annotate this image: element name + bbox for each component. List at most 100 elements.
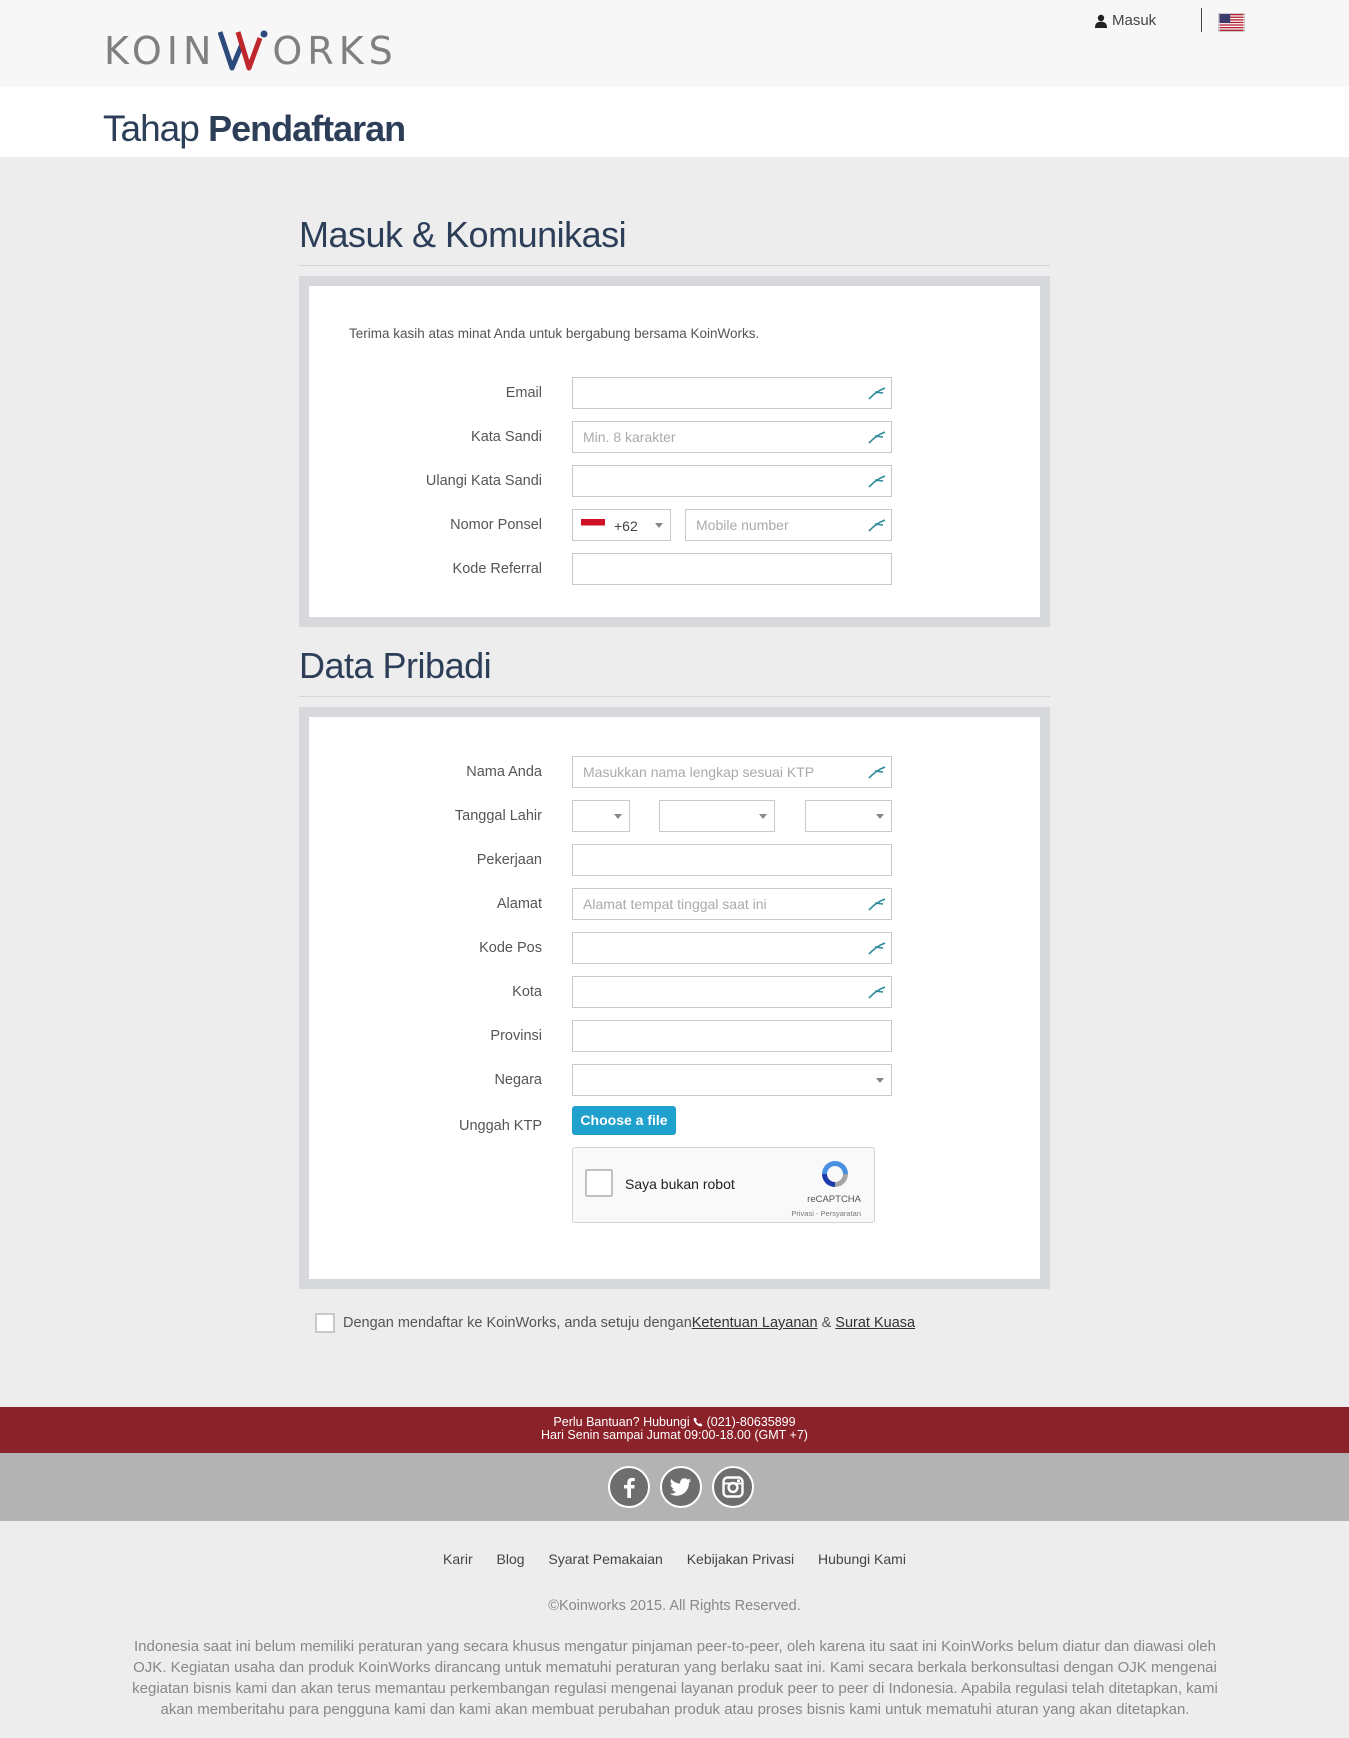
phone-icon [693,1417,703,1427]
login-communication-panel: Terima kasih atas minat Anda untuk berga… [299,276,1050,627]
indonesia-flag-icon [581,519,605,532]
password-row: Kata Sandi [309,421,1040,453]
page-title: Tahap Pendaftaran [103,108,406,149]
help-line-2: Hari Senin sampai Jumat 09:00-18.00 (GMT… [541,1428,808,1442]
footer-link-careers[interactable]: Karir [443,1551,473,1567]
recaptcha-logo-icon [822,1161,848,1187]
phone-row: Nomor Ponsel +62 [309,509,1040,541]
facebook-icon[interactable] [608,1466,650,1508]
chevron-down-icon [876,1078,884,1083]
job-row: Pekerjaan [309,844,1040,876]
referral-code-input[interactable] [572,553,892,585]
email-label: Email [505,385,542,401]
site-header: KOIN ORKS Masuk [0,0,1349,87]
phone-label: Nomor Ponsel [450,517,542,533]
postal-label: Kode Pos [479,940,542,956]
repeat-password-label: Ulangi Kata Sandi [425,473,542,489]
section-login-title: Masuk & Komunikasi [299,214,627,255]
country-label: Negara [494,1072,542,1088]
city-label: Kota [512,984,542,1000]
dob-row: Tanggal Lahir [309,800,1040,832]
recaptcha-brand: reCAPTCHA [807,1194,861,1205]
autofill-pen-icon [868,766,886,779]
recaptcha-label: Saya bukan robot [625,1176,735,1192]
ojk-disclaimer: Indonesia saat ini belum memiliki peratu… [132,1638,1218,1718]
country-code-select[interactable]: +62 [572,509,671,541]
power-of-attorney-link[interactable]: Surat Kuasa [835,1315,915,1331]
chevron-down-icon [759,814,767,819]
postal-code-input[interactable] [572,932,892,964]
city-row: Kota [309,976,1040,1008]
city-input[interactable] [572,976,892,1008]
recaptcha-links[interactable]: Privasi - Persyaratan [791,1209,861,1218]
chevron-down-icon [655,523,663,528]
dob-label: Tanggal Lahir [454,808,542,824]
password-label: Kata Sandi [471,429,542,445]
footer-link-terms[interactable]: Syarat Pemakaian [548,1551,662,1567]
instagram-icon[interactable] [712,1466,754,1508]
province-label: Provinsi [490,1028,542,1044]
logo-text-right: ORKS [272,29,398,73]
help-band: Perlu Bantuan? Hubungi (021)-80635899 Ha… [0,1407,1349,1453]
autofill-pen-icon [868,898,886,911]
footer-link-contact[interactable]: Hubungi Kami [818,1551,906,1567]
terms-agreement: Dengan mendaftar ke KoinWorks, anda setu… [315,1313,915,1333]
user-icon [1095,14,1107,28]
autofill-pen-icon [868,475,886,488]
chevron-down-icon [614,814,622,819]
province-input[interactable] [572,1020,892,1052]
terms-of-service-link[interactable]: Ketentuan Layanan [692,1315,818,1331]
address-label: Alamat [496,896,542,912]
twitter-icon[interactable] [660,1466,702,1508]
full-name-input[interactable] [572,756,892,788]
recaptcha-checkbox[interactable] [585,1169,613,1197]
recaptcha-widget: Saya bukan robot reCAPTCHA Privasi - Per… [572,1147,875,1223]
occupation-input[interactable] [572,844,892,876]
help-phone[interactable]: (021)-80635899 [707,1415,796,1429]
koinworks-logo[interactable]: KOIN ORKS [104,29,398,73]
dob-day-select[interactable] [572,800,630,832]
upload-label: Unggah KTP [458,1118,542,1134]
logo-text-left: KOIN [104,29,217,73]
email-row: Email [309,377,1040,409]
password-input[interactable] [572,421,892,453]
terms-checkbox[interactable] [315,1313,335,1333]
header-divider [1201,8,1202,32]
choose-file-button[interactable]: Choose a file [572,1106,676,1135]
login-link[interactable]: Masuk [1094,12,1156,29]
dob-year-select[interactable] [805,800,892,832]
country-row: Negara [309,1064,1040,1096]
footer-links: Karir Blog Syarat Pemakaian Kebijakan Pr… [0,1551,1349,1567]
email-input[interactable] [572,377,892,409]
personal-data-panel: Nama Anda Tanggal Lahir Pekerjaan Alamat… [299,707,1050,1289]
job-label: Pekerjaan [476,852,542,868]
footer-link-privacy[interactable]: Kebijakan Privasi [687,1551,794,1567]
agreement-text: Dengan mendaftar ke KoinWorks, anda setu… [343,1315,692,1331]
mobile-number-input[interactable] [685,509,892,541]
social-band [0,1453,1349,1521]
province-row: Provinsi [309,1020,1040,1052]
autofill-pen-icon [868,431,886,444]
postal-row: Kode Pos [309,932,1040,964]
upload-row: Unggah KTP Choose a file [309,1106,1040,1142]
autofill-pen-icon [868,986,886,999]
country-select[interactable] [572,1064,892,1096]
login-label: Masuk [1112,12,1157,29]
footer-link-blog[interactable]: Blog [497,1551,525,1567]
address-input[interactable] [572,888,892,920]
us-flag-icon[interactable] [1218,13,1245,32]
section-divider [299,265,1050,266]
section-personal-title: Data Pribadi [299,645,492,686]
dob-month-select[interactable] [659,800,775,832]
logo-w-mark-icon [218,30,268,71]
repeat-password-input[interactable] [572,465,892,497]
autofill-pen-icon [868,387,886,400]
site-footer: Karir Blog Syarat Pemakaian Kebijakan Pr… [0,1521,1349,1738]
agreement-amp: & [817,1315,836,1331]
referral-row: Kode Referral [309,553,1040,585]
address-row: Alamat [309,888,1040,920]
referral-label: Kode Referral [452,561,542,577]
autofill-pen-icon [868,942,886,955]
autofill-pen-icon [868,519,886,532]
name-row: Nama Anda [309,756,1040,788]
